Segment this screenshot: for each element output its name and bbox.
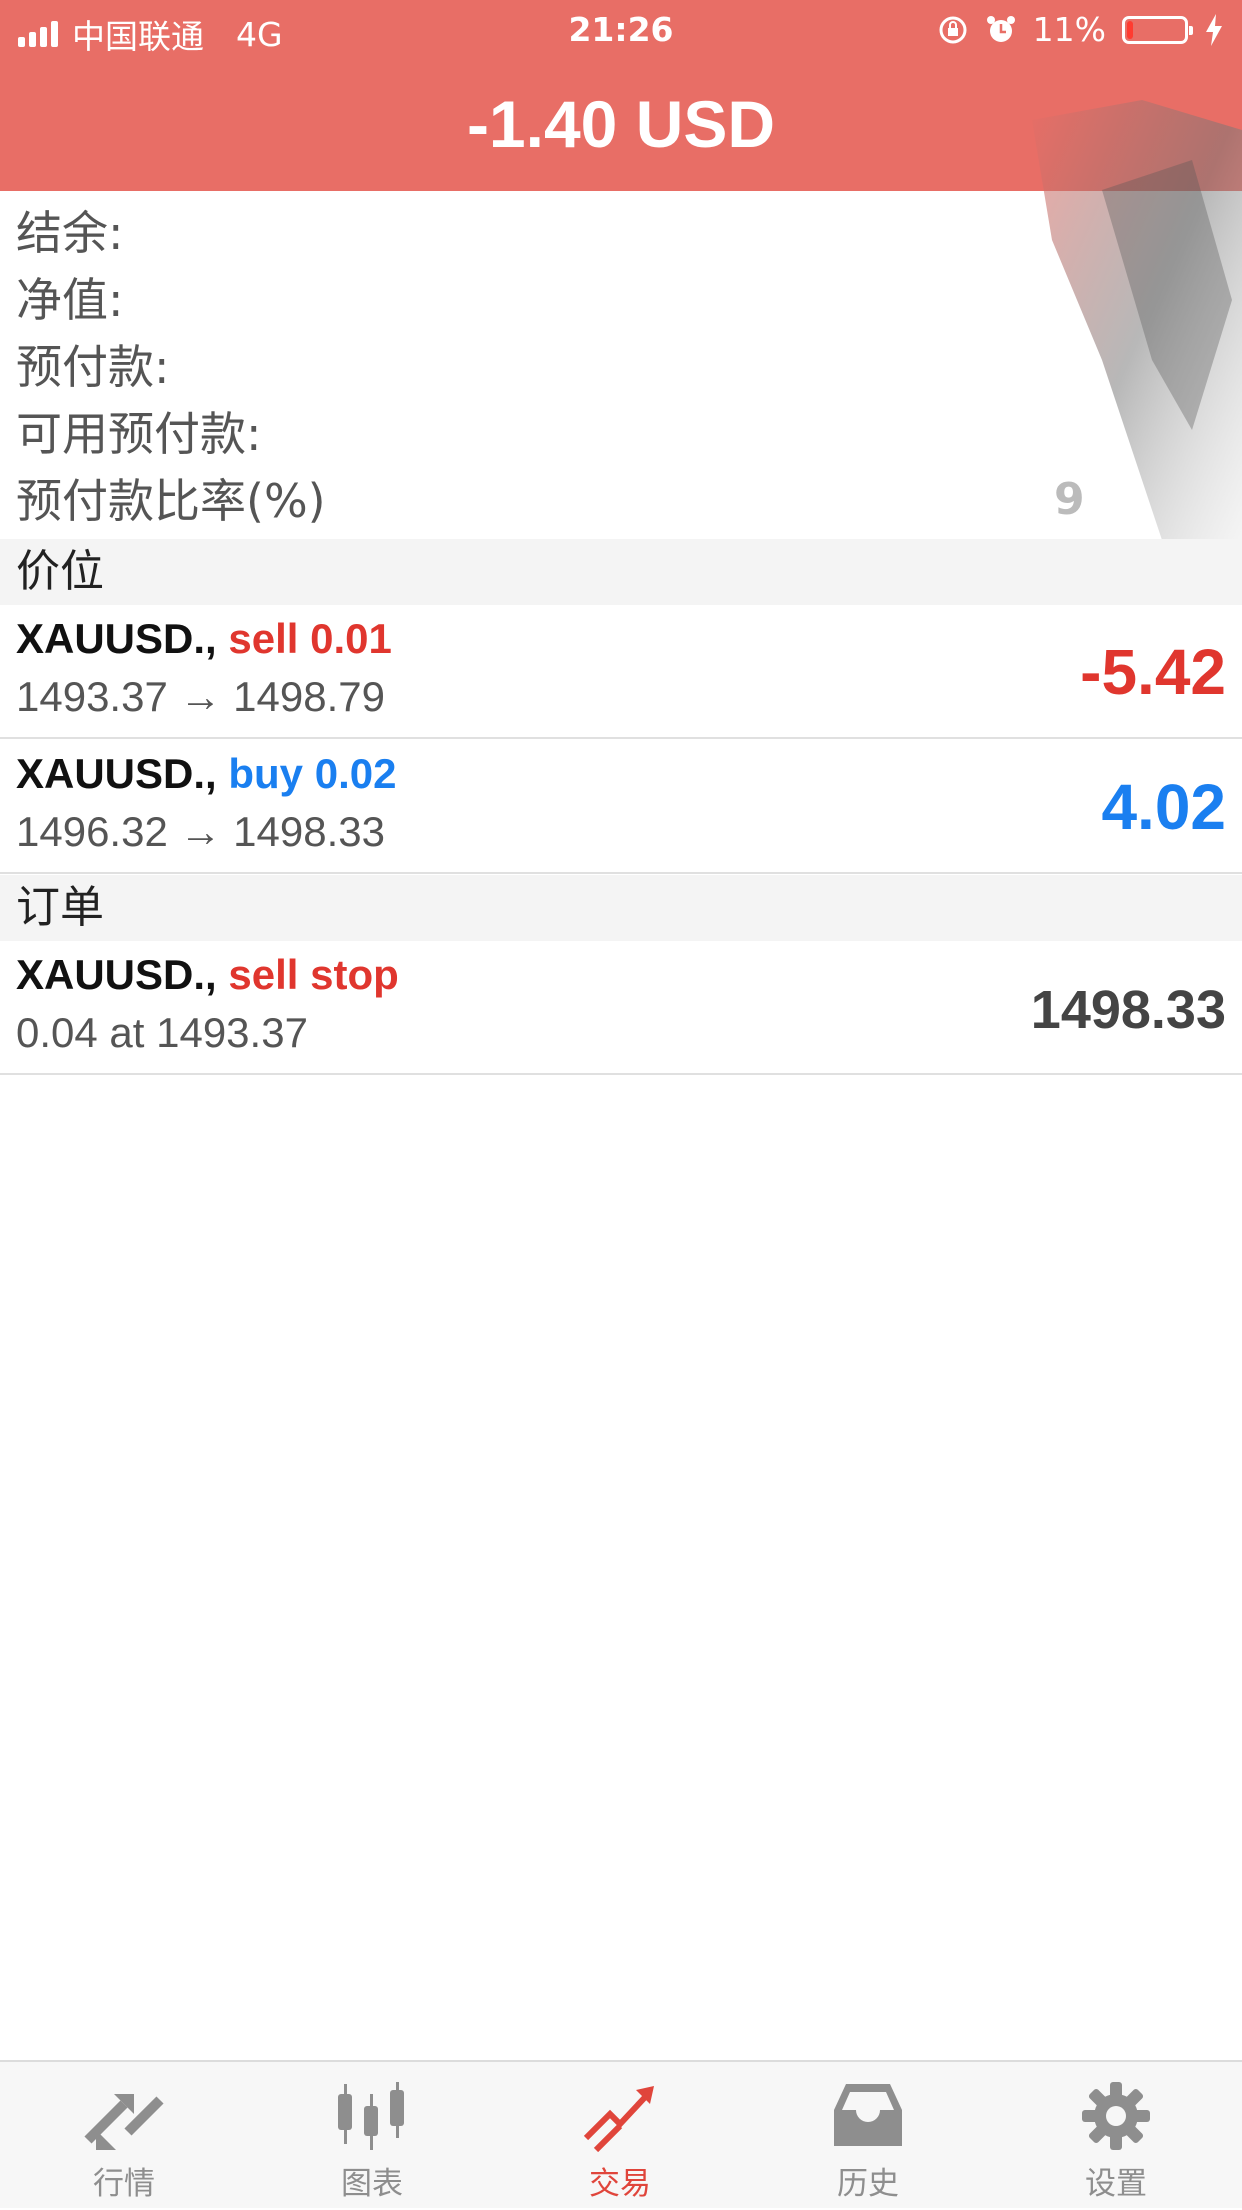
free-margin-label: 可用预付款:	[16, 407, 262, 461]
order-detail: 0.04 at 1493.37	[16, 1009, 308, 1056]
tab-label: 交易	[589, 2166, 651, 2202]
position-profit: -5.42	[1080, 636, 1226, 708]
tab-label: 行情	[93, 2166, 155, 2202]
tab-label: 图表	[341, 2166, 403, 2202]
tab-trade[interactable]: 交易	[496, 2062, 744, 2210]
bottom-tab-bar: 行情 图表 交易 历史 设置	[0, 2060, 1242, 2208]
order-price: 1498.33	[1030, 980, 1226, 1040]
gear-icon	[1082, 2082, 1150, 2150]
trade-icon	[583, 2086, 654, 2152]
position-symbol: XAUUSD.,	[16, 615, 217, 662]
account-summary: 结余: 净值: 预付款: 可用预付款: 预付款比率(%)	[16, 200, 326, 535]
position-symbol: XAUUSD.,	[16, 750, 217, 797]
quotes-icon	[84, 2094, 164, 2150]
battery-icon	[1122, 15, 1193, 44]
tab-settings[interactable]: 设置	[992, 2062, 1240, 2210]
alarm-icon	[986, 15, 1015, 42]
position-side: sell 0.01	[228, 615, 392, 662]
position-row[interactable]: XAUUSD., buy 0.02 1496.32 → 1498.33 4.02	[0, 740, 1242, 874]
charging-bolt-icon	[1206, 13, 1222, 46]
order-symbol: XAUUSD.,	[16, 951, 217, 998]
battery-percent: 11%	[1032, 10, 1106, 49]
tab-quotes[interactable]: 行情	[0, 2062, 248, 2210]
position-profit: 4.02	[1101, 771, 1226, 843]
tab-history[interactable]: 历史	[744, 2062, 992, 2210]
rotation-lock-icon	[939, 16, 967, 43]
equity-label: 净值:	[16, 273, 124, 327]
status-bar: 中国联通 4G 21:26 11%	[0, 0, 1242, 60]
header-bar: 中国联通 4G 21:26 11% -1.40 USD	[0, 0, 1242, 191]
tab-label: 设置	[1085, 2166, 1147, 2202]
position-side: buy 0.02	[228, 750, 397, 797]
order-row[interactable]: XAUUSD., sell stop 0.04 at 1493.37 1498.…	[0, 941, 1242, 1075]
position-prices: 1493.37 → 1498.79	[16, 673, 385, 720]
position-row[interactable]: XAUUSD., sell 0.01 1493.37 → 1498.79 -5.…	[0, 605, 1242, 739]
order-side: sell stop	[228, 951, 399, 998]
tab-charts[interactable]: 图表	[248, 2062, 496, 2210]
history-inbox-icon	[834, 2084, 902, 2146]
orders-section-header: 订单	[0, 875, 1242, 941]
tab-label: 历史	[837, 2166, 899, 2202]
margin-level-value: 9	[1054, 474, 1085, 525]
margin-label: 预付款:	[16, 340, 170, 394]
margin-level-label: 预付款比率(%)	[16, 474, 326, 528]
balance-label: 结余:	[16, 206, 124, 260]
position-prices: 1496.32 → 1498.33	[16, 808, 385, 855]
floating-profit-title: -1.40 USD	[466, 87, 776, 161]
positions-section-header: 价位	[0, 539, 1242, 605]
chart-candles-icon	[338, 2082, 404, 2150]
